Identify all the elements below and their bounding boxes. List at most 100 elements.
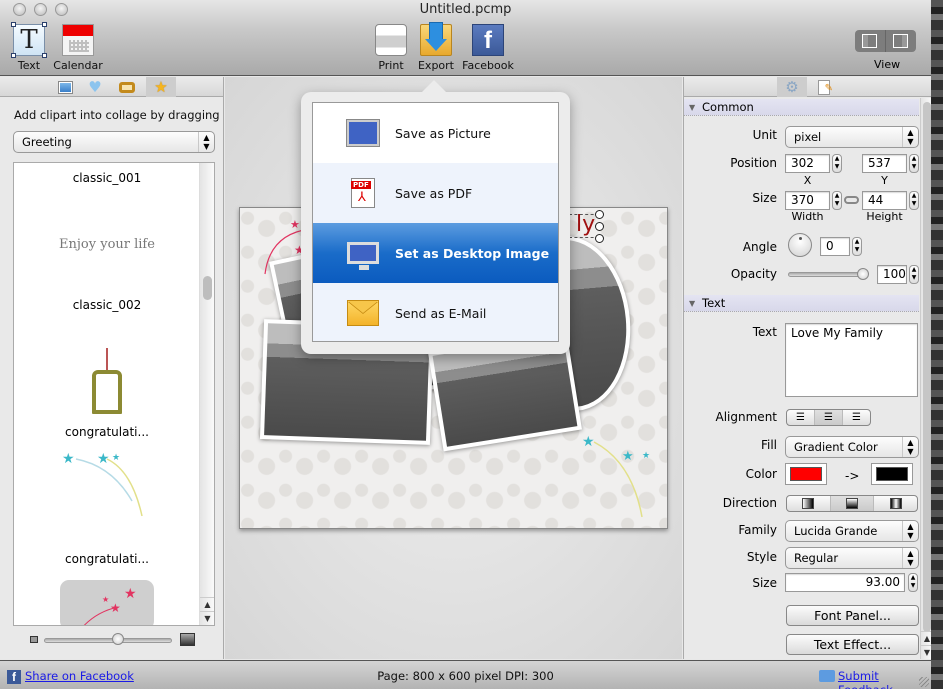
gradient-end-color-well[interactable] xyxy=(871,463,913,485)
scroll-up-button[interactable]: ▲ xyxy=(200,597,214,611)
clipart-item-enjoy-your-life[interactable]: Enjoy your life xyxy=(14,237,200,252)
angle-dial[interactable] xyxy=(788,233,812,257)
width-input[interactable]: 370 xyxy=(785,191,830,210)
scroll-down-button[interactable]: ▼ xyxy=(921,645,931,659)
feedback-icon xyxy=(819,670,835,682)
direction-horizontal-button[interactable] xyxy=(787,496,831,511)
export-set-desktop-image[interactable]: Set as Desktop Image xyxy=(313,223,558,283)
clipart-item-shooting-stars[interactable]: ★ ★ ★ xyxy=(62,451,162,521)
thumbnail-size-slider[interactable] xyxy=(44,638,172,643)
font-panel-button[interactable]: Font Panel... xyxy=(786,605,919,626)
export-button[interactable]: Export xyxy=(416,23,456,72)
resize-handle[interactable] xyxy=(595,210,604,219)
clipart-item-gift-tag[interactable] xyxy=(92,348,122,414)
alignment-control: ☰ ☰ ☰ xyxy=(786,409,871,426)
scrollbar-thumb[interactable] xyxy=(203,276,212,300)
text-tool-button[interactable]: T Text xyxy=(11,22,47,72)
tab-edit[interactable]: ✎ xyxy=(809,77,839,97)
scrollbar-thumb[interactable] xyxy=(923,102,931,632)
teal-stars-decoration: ★ ★ ★ xyxy=(582,434,650,518)
position-x-input[interactable]: 302 xyxy=(785,154,830,173)
position-y-stepper[interactable]: ▲ ▼ xyxy=(909,154,919,173)
font-size-input[interactable]: 93.00 xyxy=(785,573,905,592)
text-content-input[interactable]: Love My Family xyxy=(785,323,918,397)
text-effect-button[interactable]: Text Effect... xyxy=(786,634,919,655)
position-x-stepper[interactable]: ▲ ▼ xyxy=(832,154,842,173)
section-text-header[interactable]: Text xyxy=(684,295,919,312)
heart-icon: ♥ xyxy=(88,78,102,96)
star-shape: ★ xyxy=(582,434,595,450)
calendar-tool-button[interactable]: Calendar xyxy=(53,24,103,72)
font-size-label: Size xyxy=(752,576,777,590)
export-label: Export xyxy=(417,59,454,72)
view-left-panel-toggle[interactable] xyxy=(855,30,886,52)
tab-properties[interactable]: ⚙ xyxy=(777,77,807,97)
tab-clipart[interactable]: ★ xyxy=(146,77,176,97)
star-trail xyxy=(106,458,143,517)
right-panel-icon xyxy=(893,34,908,48)
align-center-icon: ☰ xyxy=(824,412,833,423)
y-caption: Y xyxy=(881,174,888,187)
clipart-item-selected-stars[interactable]: ★ ★ ★ xyxy=(60,580,154,625)
gradient-vertical-icon xyxy=(846,498,858,509)
opacity-label: Opacity xyxy=(730,267,777,281)
height-input[interactable]: 44 xyxy=(862,191,907,210)
position-y-input[interactable]: 537 xyxy=(862,154,907,173)
star-icon: ★ xyxy=(154,78,168,96)
align-left-button[interactable]: ☰ xyxy=(787,410,815,425)
export-item-label: Set as Desktop Image xyxy=(395,245,550,261)
opacity-knob[interactable] xyxy=(857,268,869,280)
link-aspect-icon[interactable] xyxy=(844,196,859,204)
tab-photos[interactable] xyxy=(50,77,80,97)
tab-shapes[interactable]: ♥ xyxy=(80,77,110,97)
unit-label: Unit xyxy=(752,128,777,142)
direction-vertical-button[interactable] xyxy=(830,496,875,511)
print-button[interactable]: Print xyxy=(374,24,408,72)
font-size-stepper[interactable]: ▲ ▼ xyxy=(908,573,918,592)
direction-center-button[interactable] xyxy=(874,496,917,511)
tab-frames[interactable] xyxy=(112,77,142,97)
position-label: Position xyxy=(730,156,777,170)
fill-select[interactable]: Gradient Color ▲ ▼ xyxy=(785,436,919,458)
unit-select[interactable]: pixel ▲ ▼ xyxy=(785,126,919,148)
export-save-picture[interactable]: Save as Picture xyxy=(313,103,558,163)
resize-handle[interactable] xyxy=(595,234,604,243)
text-tool-icon: T xyxy=(11,22,47,58)
calendar-tool-label: Calendar xyxy=(53,59,103,72)
align-right-button[interactable]: ☰ xyxy=(843,410,870,425)
font-family-select[interactable]: Lucida Grande ▲ ▼ xyxy=(785,520,919,542)
resize-grip[interactable] xyxy=(919,677,929,687)
height-stepper[interactable]: ▲ ▼ xyxy=(909,191,919,210)
align-center-button[interactable]: ☰ xyxy=(815,410,843,425)
size-label: Size xyxy=(752,191,777,205)
submit-feedback-link[interactable]: Submit Feedback xyxy=(838,669,931,689)
opacity-stepper[interactable]: ▲ ▼ xyxy=(909,265,919,284)
export-popover: Save as Picture Save as PDF Set as Deskt… xyxy=(301,92,570,354)
clipart-category-select[interactable]: Greeting ▲ ▼ xyxy=(13,131,215,153)
opacity-input[interactable]: 100 xyxy=(877,265,907,284)
export-save-pdf[interactable]: Save as PDF xyxy=(313,163,558,223)
clipart-item-label: classic_002 xyxy=(72,298,142,312)
facebook-button[interactable]: f Facebook xyxy=(462,24,514,72)
clipart-scrollbar[interactable]: ▲ ▼ xyxy=(199,163,214,625)
export-item-label: Save as PDF xyxy=(395,185,473,201)
width-stepper[interactable]: ▲ ▼ xyxy=(832,191,842,210)
gradient-horizontal-icon xyxy=(802,498,815,509)
clipart-hint: Add clipart into collage by dragging xyxy=(14,108,220,122)
angle-stepper[interactable]: ▲ ▼ xyxy=(852,237,862,256)
section-common-header[interactable]: Common xyxy=(684,99,919,116)
font-style-select[interactable]: Regular ▲ ▼ xyxy=(785,547,919,569)
properties-scrollbar[interactable]: ▲ ▼ xyxy=(920,98,931,659)
slider-knob[interactable] xyxy=(112,633,124,645)
star-shape: ★ xyxy=(62,451,75,467)
scroll-up-button[interactable]: ▲ xyxy=(921,631,931,645)
gradient-start-color-well[interactable] xyxy=(785,463,827,485)
export-send-email[interactable]: Send as E-Mail xyxy=(313,283,558,343)
angle-label: Angle xyxy=(742,240,777,254)
view-right-panel-toggle[interactable] xyxy=(886,30,916,52)
font-family-value: Lucida Grande xyxy=(794,524,878,538)
angle-input[interactable]: 0 xyxy=(820,237,850,256)
opacity-slider[interactable] xyxy=(788,272,868,277)
scroll-down-button[interactable]: ▼ xyxy=(200,611,214,625)
resize-handle[interactable] xyxy=(595,222,604,231)
